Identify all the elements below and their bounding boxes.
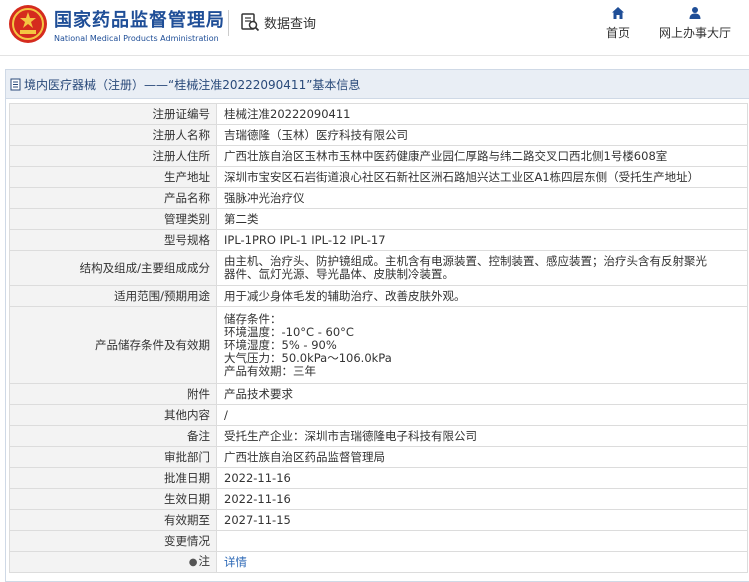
field-label: 变更情况 — [9, 530, 217, 552]
field-label: 产品名称 — [9, 187, 217, 209]
field-label: 审批部门 — [9, 446, 217, 468]
document-icon — [10, 78, 21, 90]
table-row: 生产地址 深圳市宝安区石岩街道浪心社区石新社区洲石路旭兴达工业区A1栋四层东侧（… — [9, 166, 748, 188]
field-label: 生效日期 — [9, 488, 217, 510]
nav-home-label: 首页 — [605, 26, 630, 40]
value-line: 大气压力：50.0kPa～106.0kPa — [224, 350, 392, 365]
field-value: 深圳市宝安区石岩街道浪心社区石新社区洲石路旭兴达工业区A1栋四层东侧（受托生产地… — [216, 166, 748, 188]
table-row: 变更情况 — [9, 530, 748, 552]
field-value: 详情 — [216, 551, 748, 573]
brand[interactable]: 国家药品监督管理局 National Medical Products Admi… — [54, 6, 225, 43]
field-value: 2022-11-16 — [216, 488, 748, 510]
field-label: 型号规格 — [9, 229, 217, 251]
page-title: 境内医疗器械（注册）——“桂械注准20222090411”基本信息 — [24, 77, 361, 92]
table-row: ●注 详情 — [9, 551, 748, 573]
field-value: IPL-1PRO IPL-1 IPL-12 IPL-17 — [216, 229, 748, 251]
field-label: 生产地址 — [9, 166, 217, 188]
field-label: 注册人住所 — [9, 145, 217, 167]
user-icon — [689, 7, 701, 19]
field-label: 注 — [198, 554, 211, 568]
home-icon — [612, 7, 624, 19]
field-label: 注册人名称 — [9, 124, 217, 146]
breadcrumb: 境内医疗器械（注册）——“桂械注准20222090411”基本信息 — [6, 70, 749, 99]
value-line: 环境温度：-10°C - 60°C — [224, 324, 354, 339]
pin-icon: ● — [188, 557, 198, 568]
field-value: / — [216, 404, 748, 426]
field-label: 其他内容 — [9, 404, 217, 426]
field-label: 产品储存条件及有效期 — [9, 306, 217, 384]
table-row: 附件 产品技术要求 — [9, 383, 748, 405]
nav-online-label: 网上办事大厅 — [658, 26, 731, 40]
table-row: 型号规格 IPL-1PRO IPL-1 IPL-12 IPL-17 — [9, 229, 748, 251]
site-title: 国家药品监督管理局 — [54, 10, 225, 31]
field-value: 吉瑞德隆（玉林）医疗科技有限公司 — [216, 124, 748, 146]
field-value: 储存条件： 环境温度：-10°C - 60°C 环境湿度：5% - 90% 大气… — [216, 306, 748, 384]
table-row: 注册证编号 桂械注准20222090411 — [9, 103, 748, 125]
table-row: 生效日期 2022-11-16 — [9, 488, 748, 510]
site-header: 国家药品监督管理局 National Medical Products Admi… — [0, 0, 749, 56]
table-row: 其他内容 / — [9, 404, 748, 426]
table-row: 适用范围/预期用途 用于减少身体毛发的辅助治疗、改善皮肤外观。 — [9, 285, 748, 307]
field-value: 2027-11-15 — [216, 509, 748, 531]
table-row: 注册人名称 吉瑞德隆（玉林）医疗科技有限公司 — [9, 124, 748, 146]
field-label: 批准日期 — [9, 467, 217, 489]
field-value — [216, 530, 748, 552]
national-emblem-icon — [9, 5, 47, 43]
field-label: 附件 — [9, 383, 217, 405]
table-row: 注册人住所 广西壮族自治区玉林市玉林中医药健康产业园仁厚路与纬二路交叉口西北侧1… — [9, 145, 748, 167]
table-row: 产品名称 强脉冲光治疗仪 — [9, 187, 748, 209]
nav-home[interactable]: 首页 — [596, 6, 640, 41]
table-row: 结构及组成/主要组成成分 由主机、治疗头、防护镜组成。主机含有电源装置、控制装置… — [9, 250, 748, 286]
value-line: 储存条件： — [224, 311, 282, 326]
field-label: 适用范围/预期用途 — [9, 285, 217, 307]
field-value: 广西壮族自治区药品监督管理局 — [216, 446, 748, 468]
note-label-cell: ●注 — [9, 551, 217, 573]
field-value: 受托生产企业：深圳市吉瑞德隆电子科技有限公司 — [216, 425, 748, 447]
value-line: 环境湿度：5% - 90% — [224, 337, 337, 352]
data-query-link[interactable]: 数据查询 — [240, 12, 316, 32]
field-value: 桂械注准20222090411 — [216, 103, 748, 125]
table-row: 批准日期 2022-11-16 — [9, 467, 748, 489]
field-label: 管理类别 — [9, 208, 217, 230]
field-label: 注册证编号 — [9, 103, 217, 125]
table-row: 管理类别 第二类 — [9, 208, 748, 230]
info-table: 注册证编号 桂械注准20222090411 注册人名称 吉瑞德隆（玉林）医疗科技… — [9, 103, 748, 573]
field-value: 2022-11-16 — [216, 467, 748, 489]
field-value: 用于减少身体毛发的辅助治疗、改善皮肤外观。 — [216, 285, 748, 307]
field-label: 有效期至 — [9, 509, 217, 531]
table-row: 有效期至 2027-11-15 — [9, 509, 748, 531]
field-label: 备注 — [9, 425, 217, 447]
table-row: 备注 受托生产企业：深圳市吉瑞德隆电子科技有限公司 — [9, 425, 748, 447]
header-divider — [228, 10, 229, 36]
site-subtitle: National Medical Products Administration — [54, 34, 219, 43]
value-line: 产品有效期：三年 — [224, 363, 316, 378]
data-query-icon — [241, 13, 260, 32]
table-row: 审批部门 广西壮族自治区药品监督管理局 — [9, 446, 748, 468]
detail-panel: 境内医疗器械（注册）——“桂械注准20222090411”基本信息 注册证编号 … — [5, 69, 749, 582]
field-value: 广西壮族自治区玉林市玉林中医药健康产业园仁厚路与纬二路交叉口西北侧1号楼608室 — [216, 145, 748, 167]
field-label: 结构及组成/主要组成成分 — [9, 250, 217, 286]
field-value: 第二类 — [216, 208, 748, 230]
nav-online-hall[interactable]: 网上办事大厅 — [650, 6, 740, 41]
field-value: 由主机、治疗头、防护镜组成。主机含有电源装置、控制装置、感应装置；治疗头含有反射… — [216, 250, 748, 286]
table-row: 产品储存条件及有效期 储存条件： 环境温度：-10°C - 60°C 环境湿度：… — [9, 306, 748, 384]
field-value: 强脉冲光治疗仪 — [216, 187, 748, 209]
value-line: 器件、氙灯光源、导光晶体、皮肤制冷装置。 — [224, 267, 454, 281]
data-query-label: 数据查询 — [264, 16, 317, 32]
field-value: 产品技术要求 — [216, 383, 748, 405]
details-link[interactable]: 详情 — [224, 555, 247, 569]
